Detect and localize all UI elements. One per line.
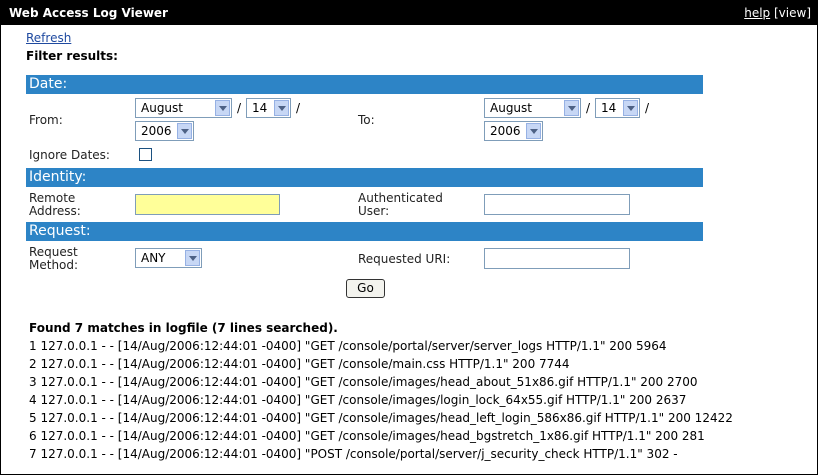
log-line: 7 127.0.0.1 - - [14/Aug/2006:12:44:01 -0… [29, 447, 678, 461]
title-links: help [view] [744, 6, 811, 20]
from-month-value: August [141, 101, 183, 115]
date-section-header: Date: [26, 75, 703, 94]
help-link[interactable]: help [744, 6, 770, 20]
from-year-value: 2006 [141, 124, 172, 138]
requested-uri-label: Requested URI: [358, 252, 451, 266]
ignore-dates-checkbox[interactable] [139, 148, 152, 161]
remote-address-input[interactable] [135, 194, 280, 215]
title-bar: Web Access Log Viewer help [view] [1, 1, 817, 25]
to-day-value: 14 [601, 101, 617, 115]
log-line: 6 127.0.0.1 - - [14/Aug/2006:12:44:01 -0… [29, 429, 705, 443]
remote-address-label-line1: Remote [29, 191, 76, 205]
log-line: 5 127.0.0.1 - - [14/Aug/2006:12:44:01 -0… [29, 411, 733, 425]
chevron-down-icon [564, 100, 579, 116]
log-lines-list: 1 127.0.0.1 - - [14/Aug/2006:12:44:01 -0… [29, 339, 733, 465]
chevron-down-icon [623, 100, 638, 116]
to-month-value: August [490, 101, 532, 115]
authenticated-user-label: Authenticated User: [358, 192, 443, 218]
log-line: 2 127.0.0.1 - - [14/Aug/2006:12:44:01 -0… [29, 357, 570, 371]
remote-address-label: Remote Address: [29, 192, 81, 218]
chevron-down-icon [185, 250, 200, 266]
from-month-select[interactable]: August [135, 98, 232, 118]
view-indicator: [view] [774, 6, 811, 20]
request-method-label-line1: Request [29, 245, 78, 259]
chevron-down-icon [177, 123, 192, 139]
to-day-select[interactable]: 14 [595, 98, 640, 118]
date-separator: / [586, 101, 591, 115]
go-button[interactable]: Go [346, 279, 385, 298]
from-label: From: [29, 113, 63, 127]
identity-section-header: Identity: [26, 168, 703, 187]
ignore-dates-label: Ignore Dates: [29, 148, 110, 162]
request-section-header: Request: [26, 222, 703, 241]
date-separator: / [645, 101, 650, 115]
authenticated-user-label-line1: Authenticated [358, 191, 443, 205]
log-viewer-window: Web Access Log Viewer help [view] Refres… [0, 0, 818, 475]
from-year-select[interactable]: 2006 [135, 121, 194, 141]
date-separator: / [237, 101, 242, 115]
filter-results-label: Filter results: [26, 49, 118, 63]
chevron-down-icon [526, 123, 541, 139]
log-line: 4 127.0.0.1 - - [14/Aug/2006:12:44:01 -0… [29, 393, 687, 407]
remote-address-label-line2: Address: [29, 204, 81, 218]
window-title: Web Access Log Viewer [9, 6, 168, 20]
log-line: 1 127.0.0.1 - - [14/Aug/2006:12:44:01 -0… [29, 339, 667, 353]
results-summary: Found 7 matches in logfile (7 lines sear… [29, 321, 338, 335]
to-year-select[interactable]: 2006 [484, 121, 543, 141]
authenticated-user-input[interactable] [484, 194, 630, 215]
request-method-value: ANY [141, 251, 166, 265]
to-month-select[interactable]: August [484, 98, 581, 118]
log-line: 3 127.0.0.1 - - [14/Aug/2006:12:44:01 -0… [29, 375, 698, 389]
from-day-value: 14 [252, 101, 268, 115]
requested-uri-input[interactable] [484, 248, 630, 269]
to-year-value: 2006 [490, 124, 521, 138]
chevron-down-icon [274, 100, 289, 116]
chevron-down-icon [215, 100, 230, 116]
refresh-link[interactable]: Refresh [26, 31, 71, 45]
to-label: To: [358, 113, 375, 127]
request-method-select[interactable]: ANY [135, 248, 202, 268]
request-method-label-line2: Method: [29, 258, 79, 272]
authenticated-user-label-line2: User: [358, 204, 390, 218]
request-method-label: Request Method: [29, 246, 78, 272]
from-day-select[interactable]: 14 [246, 98, 291, 118]
date-separator: / [296, 101, 301, 115]
